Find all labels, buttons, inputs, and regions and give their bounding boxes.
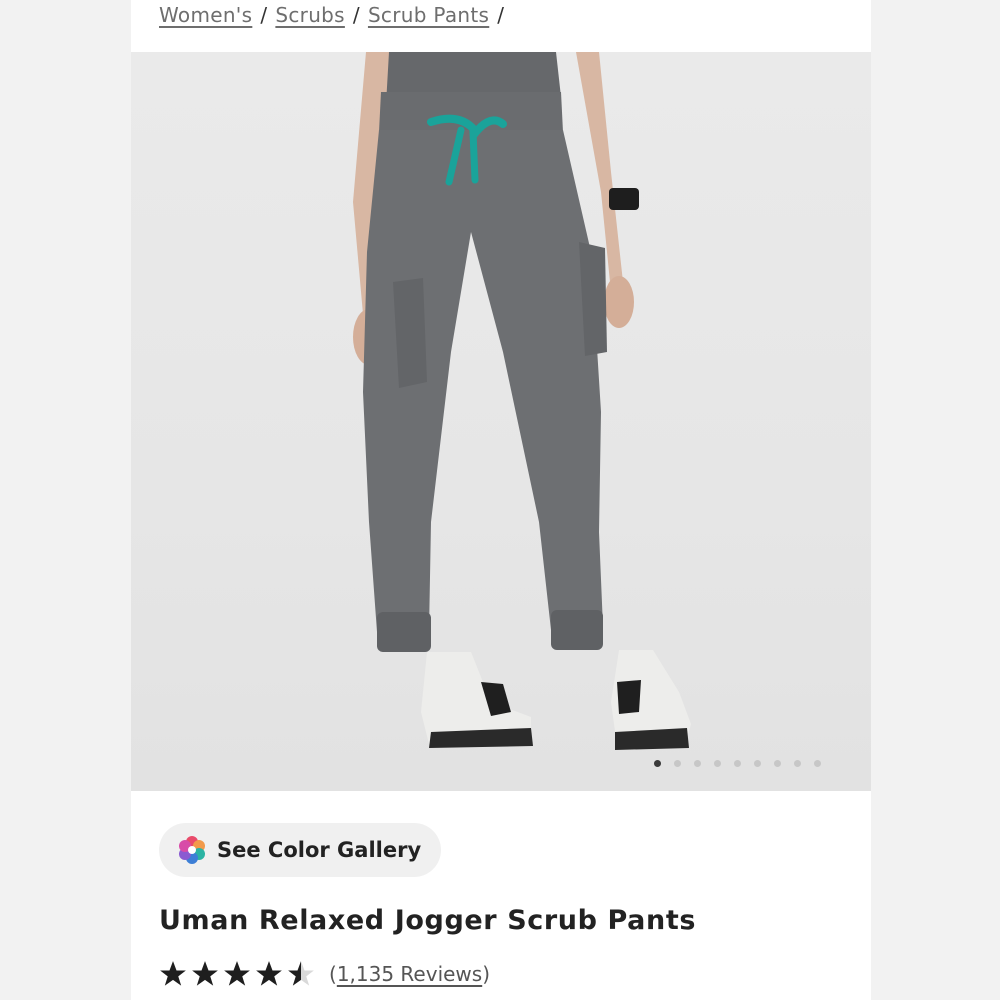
carousel-dot[interactable] (734, 760, 741, 767)
carousel-dot[interactable] (714, 760, 721, 767)
breadcrumb-separator: / (352, 3, 360, 27)
star-icon (160, 961, 186, 986)
carousel-dot[interactable] (654, 760, 661, 767)
product-rating: (1,135 Reviews) (159, 960, 490, 988)
reviews-link[interactable]: (1,135 Reviews) (329, 962, 490, 986)
star-icon (224, 961, 250, 986)
product-photo (353, 52, 691, 750)
review-count: 1,135 Reviews (336, 962, 483, 986)
carousel-dot[interactable] (674, 760, 681, 767)
product-page: Women's / Scrubs / Scrub Pants / See Col… (131, 0, 871, 1000)
carousel-dot[interactable] (694, 760, 701, 767)
carousel-dot[interactable] (794, 760, 801, 767)
star-rating (159, 960, 315, 988)
carousel-dot[interactable] (814, 760, 821, 767)
breadcrumb-scrub-pants[interactable]: Scrub Pants (368, 3, 489, 27)
see-color-gallery-label: See Color Gallery (217, 838, 422, 862)
product-image-carousel[interactable] (131, 52, 871, 791)
star-icon (288, 961, 314, 986)
breadcrumb-separator: / (497, 3, 505, 27)
breadcrumb: Women's / Scrubs / Scrub Pants / (159, 0, 504, 30)
carousel-pagination (654, 760, 821, 767)
see-color-gallery-button[interactable]: See Color Gallery (159, 823, 441, 877)
breadcrumb-womens[interactable]: Women's (159, 3, 252, 27)
star-icon (192, 961, 218, 986)
product-title: Uman Relaxed Jogger Scrub Pants (159, 905, 697, 936)
breadcrumb-scrubs[interactable]: Scrubs (275, 3, 345, 27)
carousel-dot[interactable] (754, 760, 761, 767)
carousel-dot[interactable] (774, 760, 781, 767)
color-wheel-icon (179, 836, 205, 864)
star-icon (256, 961, 282, 986)
breadcrumb-separator: / (260, 3, 268, 27)
